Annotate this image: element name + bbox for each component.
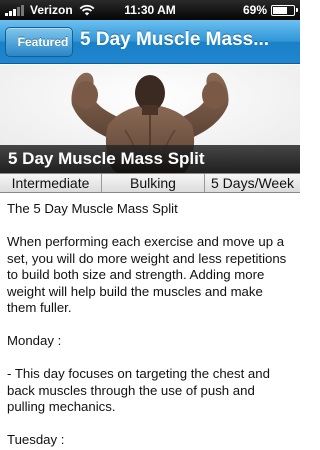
hero-caption: 5 Day Muscle Mass Split xyxy=(0,145,300,173)
frequency-label: 5 Days/Week xyxy=(211,175,294,191)
workout-info-strip: Intermediate Bulking 5 Days/Week xyxy=(0,173,300,193)
back-button-label: Featured xyxy=(17,35,69,49)
battery-fill xyxy=(273,6,287,14)
battery-icon xyxy=(271,4,298,16)
level-label: Intermediate xyxy=(0,174,102,192)
featured-back-button[interactable]: Featured xyxy=(5,27,73,57)
status-bar: Verizon 11:30 AM 69% xyxy=(0,0,300,20)
page-title: 5 Day Muscle Mass... xyxy=(80,29,270,50)
description-paragraph: When performing each exercise and move u… xyxy=(7,234,287,315)
goal-label: Bulking xyxy=(102,174,205,192)
description-paragraph: Tuesday : xyxy=(7,432,65,447)
description-paragraph: Monday : xyxy=(7,333,62,348)
description-paragraph: - This day focuses on targeting the ches… xyxy=(7,366,270,414)
description-paragraph: The 5 Day Muscle Mass Split xyxy=(7,201,178,216)
status-right: 69% xyxy=(242,3,298,17)
navigation-bar: Featured 5 Day Muscle Mass... xyxy=(0,20,300,64)
battery-percent: 69% xyxy=(242,3,267,17)
workout-description: The 5 Day Muscle Mass Split When perform… xyxy=(7,201,295,450)
